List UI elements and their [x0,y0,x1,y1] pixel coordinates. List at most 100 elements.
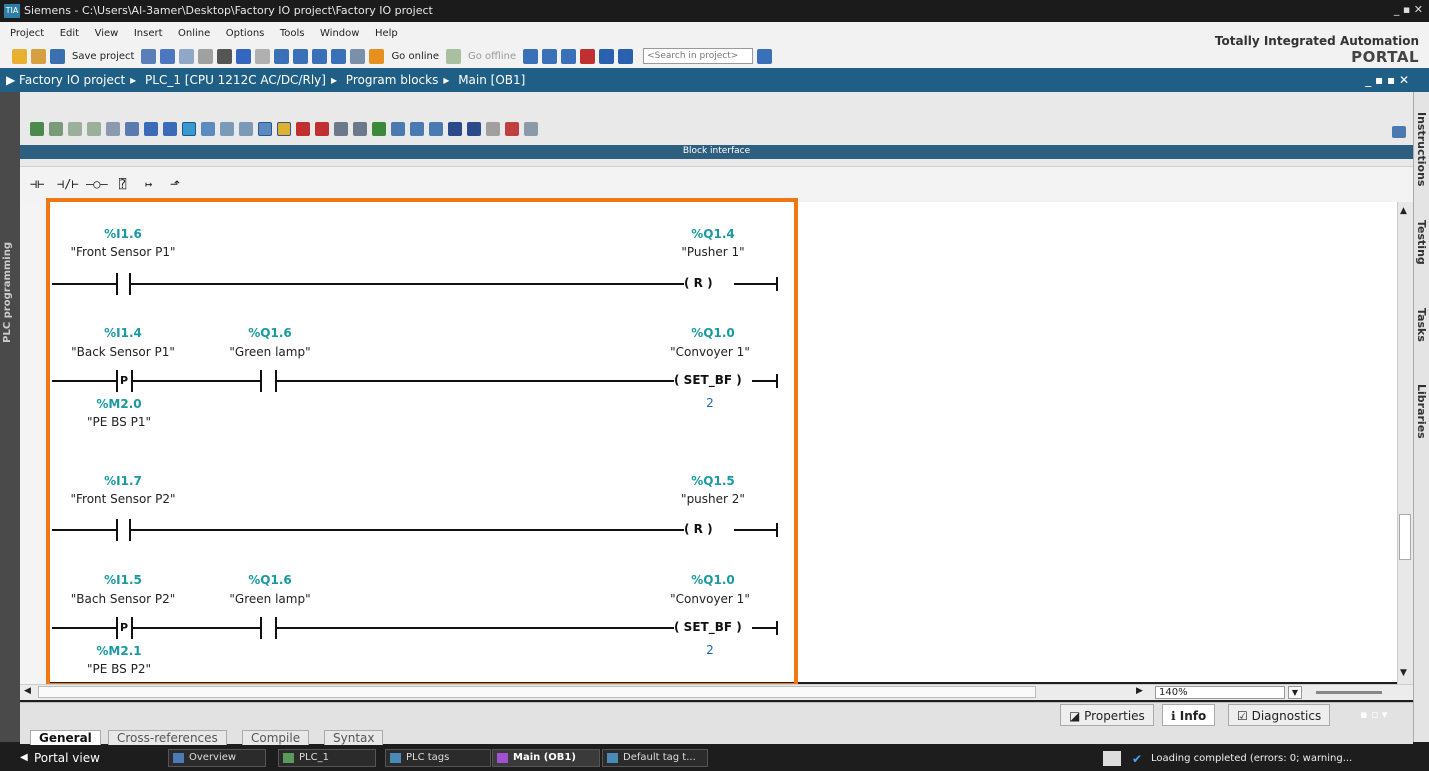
monitor-on-icon[interactable] [372,122,386,136]
open-branch-icon[interactable]: ↦ [145,177,152,191]
split-vertical-icon[interactable] [618,48,634,64]
taskbar-default-tag-table[interactable]: Default tag t... [602,749,708,767]
zoom-select[interactable]: 140% [1155,686,1285,699]
cross-references-tab[interactable]: Cross-references [108,730,227,746]
breadcrumb-program-blocks[interactable]: Program blocks [346,73,439,87]
tag-info-icon[interactable] [201,122,215,136]
print-icon[interactable] [141,48,157,64]
menu-help[interactable]: Help [375,28,398,39]
insert-network-icon[interactable] [30,122,44,136]
nc-contact-icon[interactable]: ⊣/⊢ [57,177,79,191]
breadcrumb-project[interactable]: Factory IO project [19,73,125,87]
menu-view[interactable]: View [95,28,119,39]
save-project-button[interactable]: Save project [72,51,134,62]
favorites-icon[interactable] [277,122,291,136]
portal-view-button[interactable]: Portal view [34,751,100,765]
instructions-tab[interactable]: Instructions [1415,112,1428,186]
absolute-operands-icon[interactable] [106,122,120,136]
snapshot-icon[interactable] [524,122,538,136]
open-networks-icon[interactable] [125,122,139,136]
taskbar-plc-tags[interactable]: PLC tags [385,749,491,767]
compile-icon[interactable] [274,48,290,64]
no-contact-icon[interactable]: ⊣⊢ [30,177,44,191]
go-offline-button[interactable]: Go offline [468,51,516,62]
search-icon[interactable] [757,48,773,64]
monitoring-2-icon[interactable] [353,122,367,136]
glasses-icon[interactable] [505,122,519,136]
accessible-devices-icon[interactable] [523,48,539,64]
search-input[interactable]: <Search in project> [643,48,754,64]
ipc-icon[interactable] [486,122,500,136]
scroll-left-icon[interactable]: ◀ [24,686,31,696]
networks-favorites-icon[interactable] [163,122,177,136]
window-controls[interactable]: _ ▪ ✕ [1394,0,1423,20]
paste-icon[interactable] [198,48,214,64]
go-to-error-icon[interactable] [296,122,310,136]
vertical-scrollbar[interactable]: ▲ ▼ [1397,202,1413,684]
empty-box-icon[interactable]: ⍰ [119,177,126,191]
cross-reference-icon[interactable] [580,48,596,64]
plc-programming-tab[interactable]: PLC programming [2,242,13,343]
comments-icon[interactable] [182,122,196,136]
vertical-scroll-thumb[interactable] [1399,514,1411,560]
general-tab[interactable]: General [30,730,101,746]
breadcrumb-main[interactable]: Main [OB1] [458,73,525,87]
redo-icon[interactable] [255,48,271,64]
upload-icon[interactable] [312,48,328,64]
add-row-icon[interactable] [87,122,101,136]
call-hierarchy-icon[interactable] [391,122,405,136]
menu-options[interactable]: Options [226,28,265,39]
info-tab[interactable]: ℹ Info [1162,704,1216,726]
stop-cpu-icon[interactable] [350,48,366,64]
breadcrumb-plc[interactable]: PLC_1 [CPU 1212C AC/DC/Rly] [145,73,326,87]
editor-window-controls[interactable]: _ ▪ ▪ ✕ [1365,68,1409,92]
inspector-window-controls[interactable]: ▪ ▫ ▾ [1360,708,1387,721]
libraries-tab[interactable]: Libraries [1415,384,1428,439]
undo-icon[interactable] [236,48,252,64]
menu-online[interactable]: Online [178,28,210,39]
simulation-icon[interactable] [331,48,347,64]
status-panel-icon[interactable] [1103,751,1121,766]
stop-icon[interactable] [561,48,577,64]
tasks-tab[interactable]: Tasks [1415,308,1428,342]
properties-tab[interactable]: ◪ Properties [1060,704,1154,726]
scroll-up-icon[interactable]: ▲ [1400,206,1407,216]
insert-row-icon[interactable] [68,122,82,136]
compile-tab[interactable]: Compile [242,730,310,746]
zoom-dropdown-icon[interactable]: ▼ [1288,686,1302,699]
tag-info-2-icon[interactable] [220,122,234,136]
status-message[interactable]: Loading completed (errors: 0; warning... [1151,753,1352,764]
cut-icon[interactable] [160,48,176,64]
taskbar-overview[interactable]: Overview [168,749,266,767]
next-error-icon[interactable] [315,122,329,136]
close-branch-icon[interactable]: ⬏ [170,177,180,191]
first-fault-icon[interactable] [448,122,462,136]
new-project-icon[interactable] [12,48,27,64]
breadcrumb-toggle-icon[interactable]: ▶ [6,73,19,87]
horizontal-scroll-thumb[interactable] [38,686,1036,698]
start-cpu-icon[interactable] [542,48,558,64]
menu-project[interactable]: Project [10,28,44,39]
close-networks-icon[interactable] [144,122,158,136]
diagnostics-tab[interactable]: ☑ Diagnostics [1228,704,1331,726]
scroll-down-icon[interactable]: ▼ [1400,668,1407,678]
network-view-icon[interactable] [258,122,272,136]
save-icon[interactable] [50,48,65,64]
split-horizontal-icon[interactable] [599,48,615,64]
scroll-right-icon[interactable]: ▶ [1136,686,1143,696]
zoom-slider[interactable] [1316,691,1382,694]
coil-icon[interactable]: –○– [86,177,108,191]
delete-icon[interactable] [217,48,233,64]
tag-info-3-icon[interactable] [239,122,253,136]
go-online-icon[interactable] [369,48,385,64]
go-offline-icon[interactable] [446,48,461,64]
go-online-button[interactable]: Go online [391,51,439,62]
menu-tools[interactable]: Tools [280,28,305,39]
menu-insert[interactable]: Insert [134,28,163,39]
syntax-tab[interactable]: Syntax [324,730,384,746]
testing-tab[interactable]: Testing [1415,220,1428,265]
delete-network-icon[interactable] [49,122,63,136]
back-arrow-icon[interactable]: ◀ [20,752,28,763]
copy-icon[interactable] [179,48,195,64]
block-interface-bar[interactable]: Block interface [20,145,1413,159]
